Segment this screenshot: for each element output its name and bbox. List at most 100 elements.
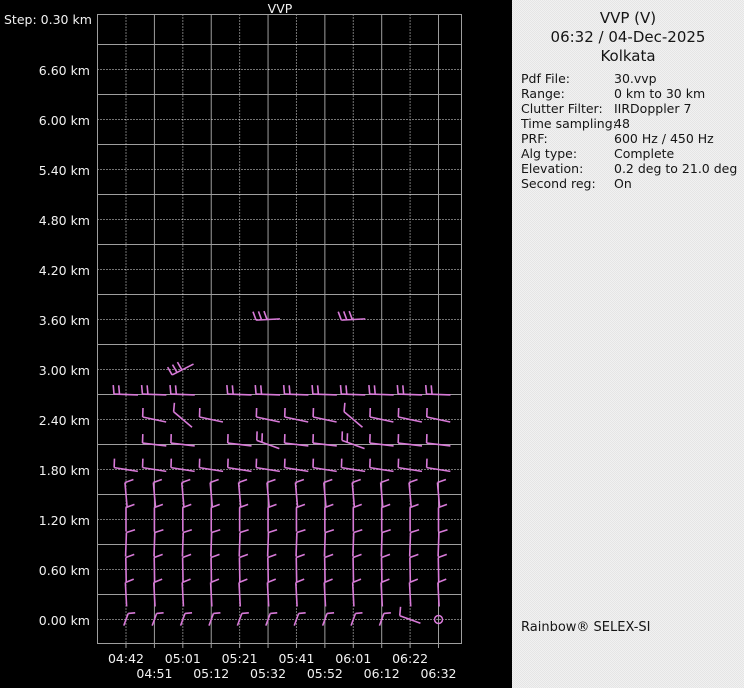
time-label: 04:42 bbox=[102, 651, 150, 666]
wind-barb-tick bbox=[268, 530, 277, 533]
wind-barb-tick bbox=[356, 613, 363, 614]
parameter-label: Elevation: bbox=[521, 161, 583, 176]
wind-barb-tick bbox=[299, 613, 306, 614]
wind-barb-tick bbox=[327, 613, 334, 614]
wind-barb-tick bbox=[397, 385, 398, 394]
altitude-label: 0.60 km bbox=[0, 563, 90, 579]
altitude-label: 3.00 km bbox=[0, 363, 90, 379]
wind-barb-shaft bbox=[427, 394, 451, 395]
wind-barb-shaft bbox=[381, 483, 383, 507]
wind-barb-tick bbox=[369, 385, 370, 394]
wind-barb-tick bbox=[227, 385, 228, 394]
wind-barb-tick bbox=[312, 385, 313, 394]
wind-barb-shaft bbox=[239, 533, 240, 557]
wind-barb-tick bbox=[157, 613, 164, 614]
parameter-label: Pdf File: bbox=[521, 71, 570, 86]
wind-barb-tick bbox=[426, 385, 427, 394]
panel-site: Kolkata bbox=[512, 47, 744, 65]
parameter-label: Time sampling: bbox=[521, 116, 617, 131]
parameter-row: Range:0 km to 30 km bbox=[512, 86, 744, 101]
wind-barb-shaft bbox=[410, 533, 411, 557]
wind-barb-tick bbox=[346, 385, 347, 394]
parameter-row: Time sampling:48 bbox=[512, 116, 744, 131]
wind-barb-shaft bbox=[182, 533, 183, 557]
wind-barb-tick bbox=[403, 385, 404, 394]
wind-barb-shaft bbox=[256, 394, 280, 395]
wind-barb-tick bbox=[255, 385, 256, 394]
wind-barb-tick bbox=[119, 385, 120, 394]
wind-barb-plot bbox=[0, 0, 512, 688]
wind-barb-shaft bbox=[142, 394, 166, 395]
wind-barb-tick bbox=[325, 530, 334, 533]
wind-barb-shaft bbox=[228, 394, 252, 395]
wind-barb-tick bbox=[155, 530, 164, 533]
wind-barb-shaft bbox=[153, 483, 155, 507]
wind-barb-tick bbox=[154, 554, 162, 557]
wind-barb-shaft bbox=[210, 483, 212, 507]
parameter-label: Alg type: bbox=[521, 146, 577, 161]
wind-barb-tick bbox=[174, 403, 175, 412]
parameter-label: Clutter Filter: bbox=[521, 101, 603, 116]
wind-barb-shaft bbox=[400, 616, 421, 624]
parameter-value: 600 Hz / 450 Hz bbox=[614, 131, 714, 146]
wind-barb-tick bbox=[212, 530, 221, 533]
wind-barb-tick bbox=[410, 554, 418, 557]
wind-barb-tick bbox=[183, 554, 191, 557]
wind-barb-tick bbox=[232, 385, 233, 394]
altitude-label: 6.00 km bbox=[0, 113, 90, 129]
wind-barb-tick bbox=[439, 530, 448, 533]
wind-barb-shaft bbox=[295, 483, 297, 507]
wind-barb-tick bbox=[170, 385, 171, 394]
wind-barb-tick bbox=[253, 312, 256, 320]
wind-barb-shaft bbox=[114, 394, 138, 395]
wind-barb-tick bbox=[284, 385, 285, 394]
altitude-label: 1.80 km bbox=[0, 463, 90, 479]
wind-barb-tick bbox=[296, 554, 304, 557]
brand-label: Rainbow® SELEX-SI bbox=[521, 620, 651, 635]
wind-barb-tick bbox=[341, 385, 342, 394]
parameter-value: 30.vvp bbox=[614, 71, 657, 86]
wind-barb-tick bbox=[270, 613, 277, 614]
altitude-label: 3.60 km bbox=[0, 313, 90, 329]
parameter-row: Second reg:On bbox=[512, 176, 744, 191]
wind-barb-tick bbox=[242, 613, 249, 614]
wind-barb-tick bbox=[185, 613, 192, 614]
parameter-label: PRF: bbox=[521, 131, 548, 146]
parameter-row: PRF: 600 Hz / 450 Hz bbox=[512, 131, 744, 146]
wind-barb-tick bbox=[374, 385, 375, 394]
time-label: 05:32 bbox=[244, 666, 292, 681]
wind-barb-shaft bbox=[352, 483, 354, 507]
time-label: 05:21 bbox=[216, 651, 264, 666]
wind-barb-tick bbox=[338, 312, 341, 320]
wind-barb-tick bbox=[258, 311, 261, 319]
wind-barb-shaft bbox=[267, 483, 269, 507]
panel-datetime: 06:32 / 04-Dec-2025 bbox=[512, 28, 744, 46]
panel-title: VVP (V) bbox=[512, 9, 744, 27]
wind-barb-tick bbox=[261, 385, 262, 394]
wind-barb-shaft bbox=[398, 417, 421, 422]
wind-barb-tick bbox=[142, 385, 143, 394]
time-label: 05:01 bbox=[159, 651, 207, 666]
altitude-label: 2.40 km bbox=[0, 413, 90, 429]
time-label: 06:32 bbox=[415, 666, 463, 681]
wind-barb-tick bbox=[400, 607, 401, 616]
wind-barb-shaft bbox=[313, 394, 337, 395]
time-label: 06:01 bbox=[329, 651, 377, 666]
parameter-value: Complete bbox=[614, 146, 674, 161]
wind-barb-shaft bbox=[438, 533, 439, 557]
wind-barb-tick bbox=[354, 530, 363, 533]
wind-barb-tick bbox=[431, 385, 432, 394]
wind-barb-tick bbox=[213, 613, 220, 614]
plot-frame bbox=[98, 15, 462, 644]
wind-barb-shaft bbox=[398, 394, 422, 395]
wind-barb-tick bbox=[411, 530, 420, 533]
time-label: 05:41 bbox=[272, 651, 320, 666]
wind-barb-tick bbox=[240, 530, 249, 533]
wind-barb-shaft bbox=[211, 533, 212, 557]
wind-barb-tick bbox=[113, 385, 114, 394]
wind-barb-shaft bbox=[182, 483, 184, 507]
wind-barb-tick bbox=[325, 554, 333, 557]
wind-barb-shaft bbox=[370, 394, 394, 395]
wind-barb-tick bbox=[126, 530, 135, 533]
wind-barb-tick bbox=[183, 530, 192, 533]
